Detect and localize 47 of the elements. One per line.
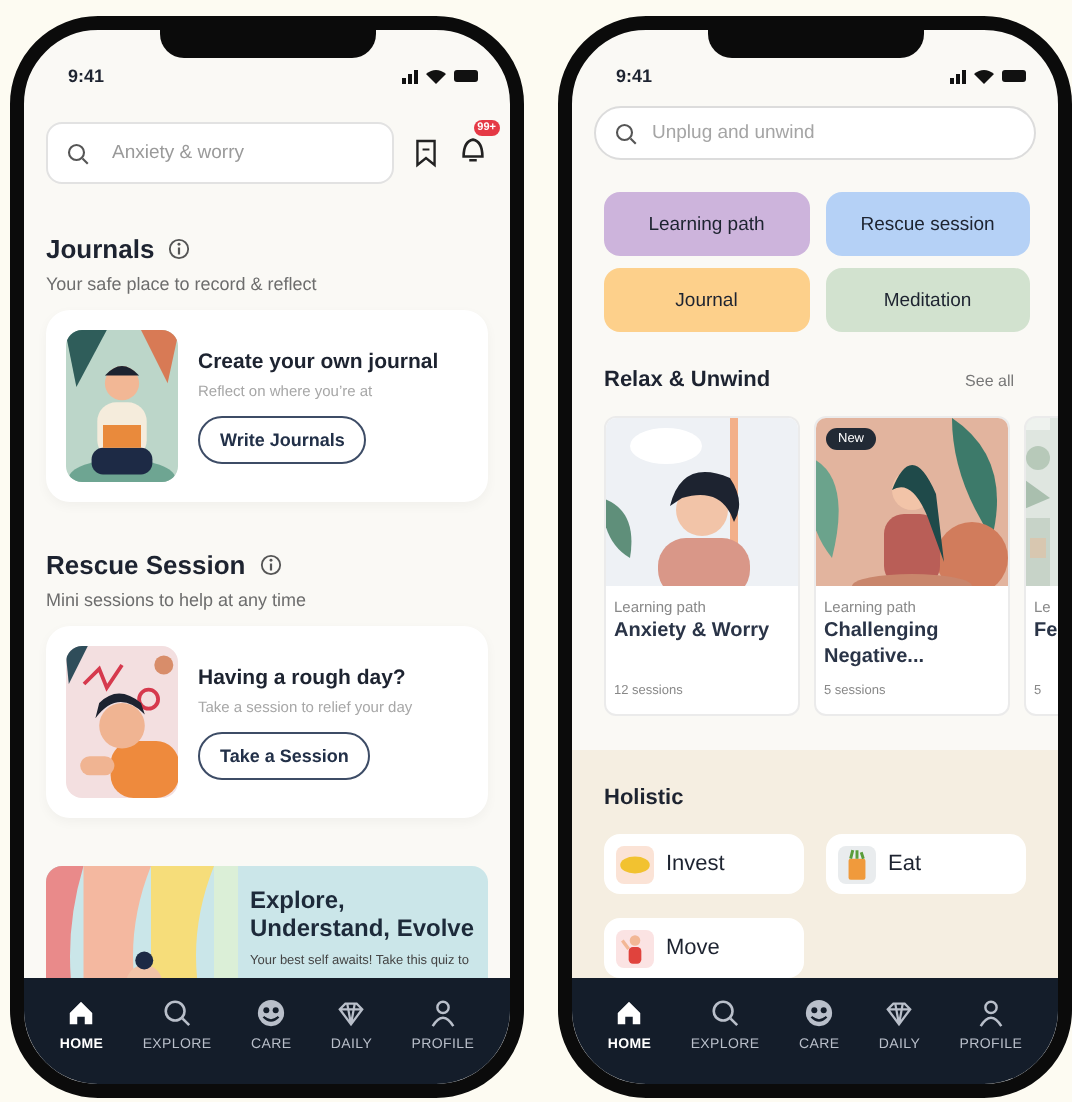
see-all-link[interactable]: See all bbox=[953, 369, 1026, 391]
category-chip[interactable]: Journal bbox=[604, 268, 809, 332]
smiley-icon bbox=[256, 998, 287, 1028]
smiley-icon bbox=[804, 998, 835, 1028]
category-pill[interactable]: Invest bbox=[604, 834, 804, 894]
category-chip[interactable]: Meditation bbox=[825, 268, 1030, 332]
section-title: Rescue Session bbox=[46, 550, 246, 580]
search-icon bbox=[614, 122, 638, 146]
card-title: Challenging Negative... bbox=[824, 620, 941, 670]
status-icons bbox=[402, 66, 482, 86]
card-title: Having a rough day? bbox=[198, 665, 408, 689]
home-icon bbox=[66, 998, 97, 1028]
card-button[interactable]: Write Journals bbox=[198, 415, 367, 463]
category-pill[interactable]: Move bbox=[604, 918, 804, 978]
figure-icon bbox=[616, 929, 654, 967]
bookmark-icon[interactable] bbox=[414, 138, 438, 168]
section-title: Journals bbox=[46, 234, 155, 264]
search-icon bbox=[66, 142, 90, 166]
card-title: Anxiety & Worry bbox=[614, 620, 772, 645]
section-subtitle: Your safe place to record & reflect bbox=[46, 274, 319, 294]
person-icon bbox=[427, 998, 458, 1028]
person-icon bbox=[975, 998, 1006, 1028]
bell-icon[interactable] bbox=[458, 133, 488, 163]
card-button[interactable]: Take a Session bbox=[198, 731, 371, 779]
bag-icon bbox=[838, 845, 876, 883]
section-subtitle: Mini sessions to help at any time bbox=[46, 590, 309, 610]
coin-icon bbox=[616, 845, 654, 883]
home-icon bbox=[614, 998, 645, 1028]
banner-title: Explore, Understand, Evolve bbox=[250, 886, 476, 944]
status-icons bbox=[950, 66, 1030, 86]
diamond-icon bbox=[884, 998, 915, 1028]
info-icon[interactable] bbox=[168, 238, 191, 260]
status-time: 9:41 bbox=[68, 66, 105, 86]
category-chip[interactable]: Rescue session bbox=[825, 192, 1030, 256]
category-chip[interactable]: Learning path bbox=[604, 192, 809, 256]
section-title: Holistic bbox=[604, 786, 686, 810]
info-icon[interactable] bbox=[259, 554, 282, 576]
search-icon bbox=[710, 998, 741, 1028]
card-title: Fe bbox=[1034, 620, 1058, 645]
search-field[interactable]: Anxiety & worry bbox=[46, 122, 394, 184]
category-pill[interactable]: Eat bbox=[826, 834, 1026, 894]
section-title: Relax & Unwind bbox=[604, 368, 771, 392]
search-field[interactable]: Unplug and unwind bbox=[594, 106, 1036, 160]
card-title: Create your own journal bbox=[198, 349, 439, 373]
search-icon bbox=[162, 998, 193, 1028]
diamond-icon bbox=[336, 998, 367, 1028]
status-time: 9:41 bbox=[616, 66, 653, 86]
